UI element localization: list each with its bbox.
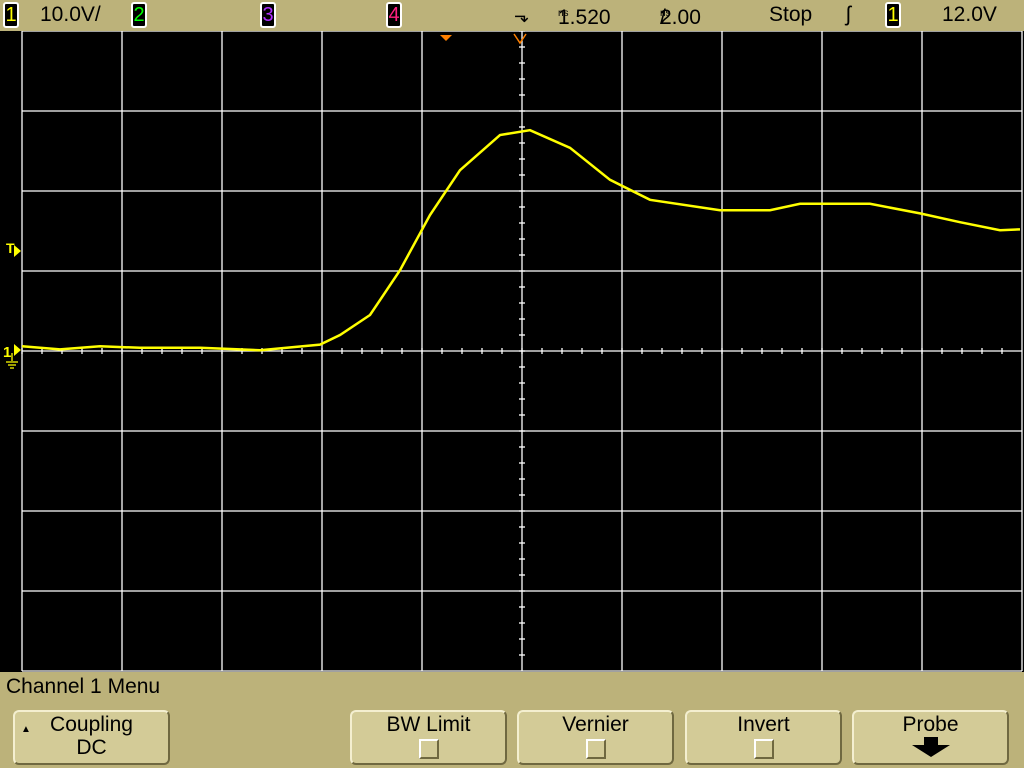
channel1-trace: [21, 128, 1021, 352]
status-bar: 1 10.0V/ 2 3 4 ⬎ 1.520 ns 2.00 ns / Stop ʃ …: [0, 0, 1024, 31]
channel1-ground-marker[interactable]: 1: [3, 344, 21, 369]
bw-limit-softkey[interactable]: BW Limit: [350, 710, 507, 765]
vernier-softkey[interactable]: Vernier: [517, 710, 674, 765]
invert-softkey[interactable]: Invert: [685, 710, 842, 765]
probe-label: Probe: [902, 713, 959, 736]
vernier-checkbox[interactable]: [585, 739, 606, 759]
up-triangle-icon: ▲: [21, 724, 31, 735]
channel1-ground-label: 1: [3, 344, 11, 361]
right-arrow-icon: [14, 245, 21, 257]
coupling-value: DC: [76, 736, 107, 759]
waveform-display: T 1: [3, 31, 1023, 672]
coupling-softkey[interactable]: ▲ Coupling DC: [13, 710, 170, 765]
softkey-menu: Channel 1 Menu ▲ Coupling DC BW Limit Ve…: [0, 672, 1024, 768]
vernier-label: Vernier: [562, 713, 629, 736]
delay-marker-icon: [440, 35, 452, 41]
channel2-indicator[interactable]: 2: [131, 2, 147, 28]
trigger-point-icon: ⬎: [514, 6, 530, 26]
down-arrow-icon: [911, 737, 950, 757]
channel1-scale: 10.0V/: [40, 3, 101, 26]
invert-label: Invert: [737, 713, 790, 736]
delay-unit: ns: [558, 8, 569, 19]
right-arrow-icon: [14, 344, 21, 356]
invert-checkbox[interactable]: [753, 739, 774, 759]
timebase-suffix: /: [660, 6, 666, 29]
trigger-source: 1: [885, 2, 901, 28]
trigger-level-label: T: [6, 240, 15, 256]
graticule: [21, 31, 1023, 672]
channel1-indicator[interactable]: 1: [3, 2, 19, 28]
run-state: Stop: [769, 3, 813, 26]
bw-limit-checkbox[interactable]: [418, 739, 439, 759]
channel3-indicator[interactable]: 3: [260, 2, 276, 28]
rising-edge-icon: ʃ: [846, 3, 851, 26]
bw-limit-label: BW Limit: [386, 713, 471, 736]
probe-softkey[interactable]: Probe: [852, 710, 1009, 765]
channel4-indicator[interactable]: 4: [386, 2, 402, 28]
menu-title: Channel 1 Menu: [6, 675, 161, 698]
coupling-label: Coupling: [50, 713, 133, 736]
trigger-position-icon: [513, 33, 527, 45]
trigger-level: 12.0V: [942, 3, 997, 26]
trigger-level-marker[interactable]: T: [6, 240, 21, 257]
